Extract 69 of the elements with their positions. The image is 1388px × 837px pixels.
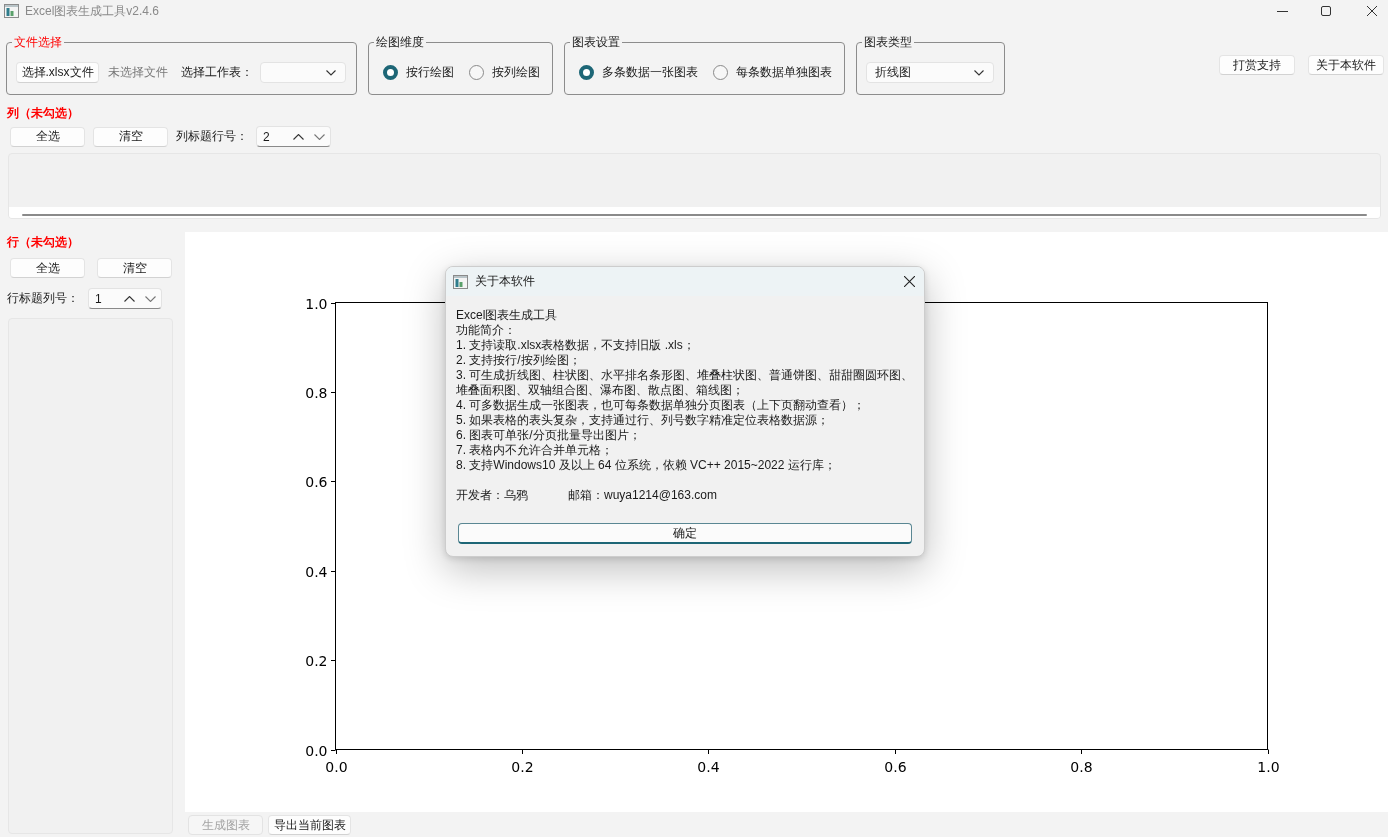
info-text: 4. 可多数据生成一张图表，也可每条数据单独分页图表（上下页翻动查看）； xyxy=(456,398,866,413)
close-icon[interactable] xyxy=(1367,6,1377,16)
minimize-icon[interactable] xyxy=(1277,10,1288,12)
email-text: 邮箱：wuya1214@163.com xyxy=(568,488,717,503)
app-icon xyxy=(4,4,19,18)
x-tick-label: 0.4 xyxy=(697,758,720,775)
ok-button[interactable]: 确定 xyxy=(458,523,912,544)
section-title: 行（未勾选） xyxy=(7,234,79,250)
chart-type-combo[interactable]: 折线图 xyxy=(866,62,994,83)
radio-icon[interactable] xyxy=(579,65,594,80)
number-spinbox[interactable]: 1 xyxy=(88,288,162,309)
radio-icon[interactable] xyxy=(383,65,398,80)
radio-option[interactable]: 按列绘图 xyxy=(469,64,540,81)
file-status-text: 未选择文件 xyxy=(108,64,168,81)
app-icon xyxy=(453,274,468,289)
x-tick-label: 0.6 xyxy=(884,758,907,775)
header-row-label: 列标题行号： xyxy=(176,128,248,145)
info-text: 功能简介： xyxy=(456,323,516,338)
y-tick-label: 0.2 xyxy=(305,652,328,669)
info-text: 8. 支持Windows10 及以上 64 位系统，依赖 VC++ 2015~2022 运行库； xyxy=(456,458,836,473)
section-title: 列（未勾选） xyxy=(7,105,79,121)
info-text: 1. 支持读取.xlsx表格数据，不支持旧版 .xls； xyxy=(456,338,695,353)
x-tick-label: 0.8 xyxy=(1070,758,1093,775)
horizontal-scrollbar[interactable] xyxy=(22,214,1367,216)
close-icon[interactable] xyxy=(904,276,915,287)
y-tick-label: 0.0 xyxy=(305,742,328,759)
group-title: 文件选择 xyxy=(13,34,63,50)
developer-text: 开发者：乌鸦 xyxy=(456,488,528,503)
select-all-button[interactable]: 全选 xyxy=(10,126,85,147)
radio-option[interactable]: 按行绘图 xyxy=(383,64,454,81)
x-tick-label: 0.2 xyxy=(511,758,534,775)
info-text: 6. 图表可单张/分页批量导出图片； xyxy=(456,428,641,443)
radio-option[interactable]: 多条数据一张图表 xyxy=(579,64,698,81)
chevron-down-icon xyxy=(974,69,984,76)
x-tick-label: 1.0 xyxy=(1257,758,1280,775)
chevron-down-icon xyxy=(326,69,336,76)
select-all-button[interactable]: 全选 xyxy=(10,258,85,278)
sheet-label: 选择工作表： xyxy=(181,64,253,81)
donate-button[interactable]: 打赏支持 xyxy=(1219,55,1295,75)
y-tick-label: 1.0 xyxy=(305,295,328,312)
chevron-up-icon[interactable] xyxy=(293,133,304,140)
radio-icon[interactable] xyxy=(713,65,728,80)
info-text: 2. 支持按行/按列绘图； xyxy=(456,353,581,368)
about-button[interactable]: 关于本软件 xyxy=(1308,55,1384,75)
group-title: 图表类型 xyxy=(863,34,913,50)
radio-option[interactable]: 每条数据单独图表 xyxy=(713,64,832,81)
x-tick-label: 0.0 xyxy=(325,758,348,775)
chevron-down-icon[interactable] xyxy=(314,133,325,140)
open-file-button[interactable]: 选择.xlsx文件 xyxy=(16,62,99,83)
y-tick-label: 0.8 xyxy=(305,384,328,401)
info-text: 5. 如果表格的表头复杂，支持通过行、列号数字精准定位表格数据源； xyxy=(456,413,830,428)
clear-button[interactable]: 清空 xyxy=(97,258,172,278)
info-text: Excel图表生成工具 xyxy=(456,308,558,323)
group-title: 图表设置 xyxy=(571,34,621,50)
y-tick-label: 0.6 xyxy=(305,473,328,490)
header-column-label: 行标题列号： xyxy=(7,290,79,307)
maximize-icon[interactable] xyxy=(1321,6,1331,16)
export-chart-button[interactable]: 导出当前图表 xyxy=(268,815,351,835)
info-text: 3. 可生成折线图、柱状图、水平排名条形图、堆叠柱状图、普通饼图、甜甜圈圆环图、堆叠面积图、双轴组合图、瀑布图、散点图、箱线图； xyxy=(456,368,915,398)
info-text: 7. 表格内不允许合并单元格； xyxy=(456,443,614,458)
y-tick-label: 0.4 xyxy=(305,563,328,580)
group-title: 绘图维度 xyxy=(375,34,425,50)
number-spinbox[interactable]: 2 xyxy=(256,126,331,147)
radio-icon[interactable] xyxy=(469,65,484,80)
chevron-down-icon[interactable] xyxy=(145,295,156,302)
dialog-title: 关于本软件 xyxy=(475,273,535,290)
window-title: Excel图表生成工具v2.4.6 xyxy=(25,2,160,20)
chevron-up-icon[interactable] xyxy=(124,295,135,302)
clear-button[interactable]: 清空 xyxy=(93,126,168,147)
